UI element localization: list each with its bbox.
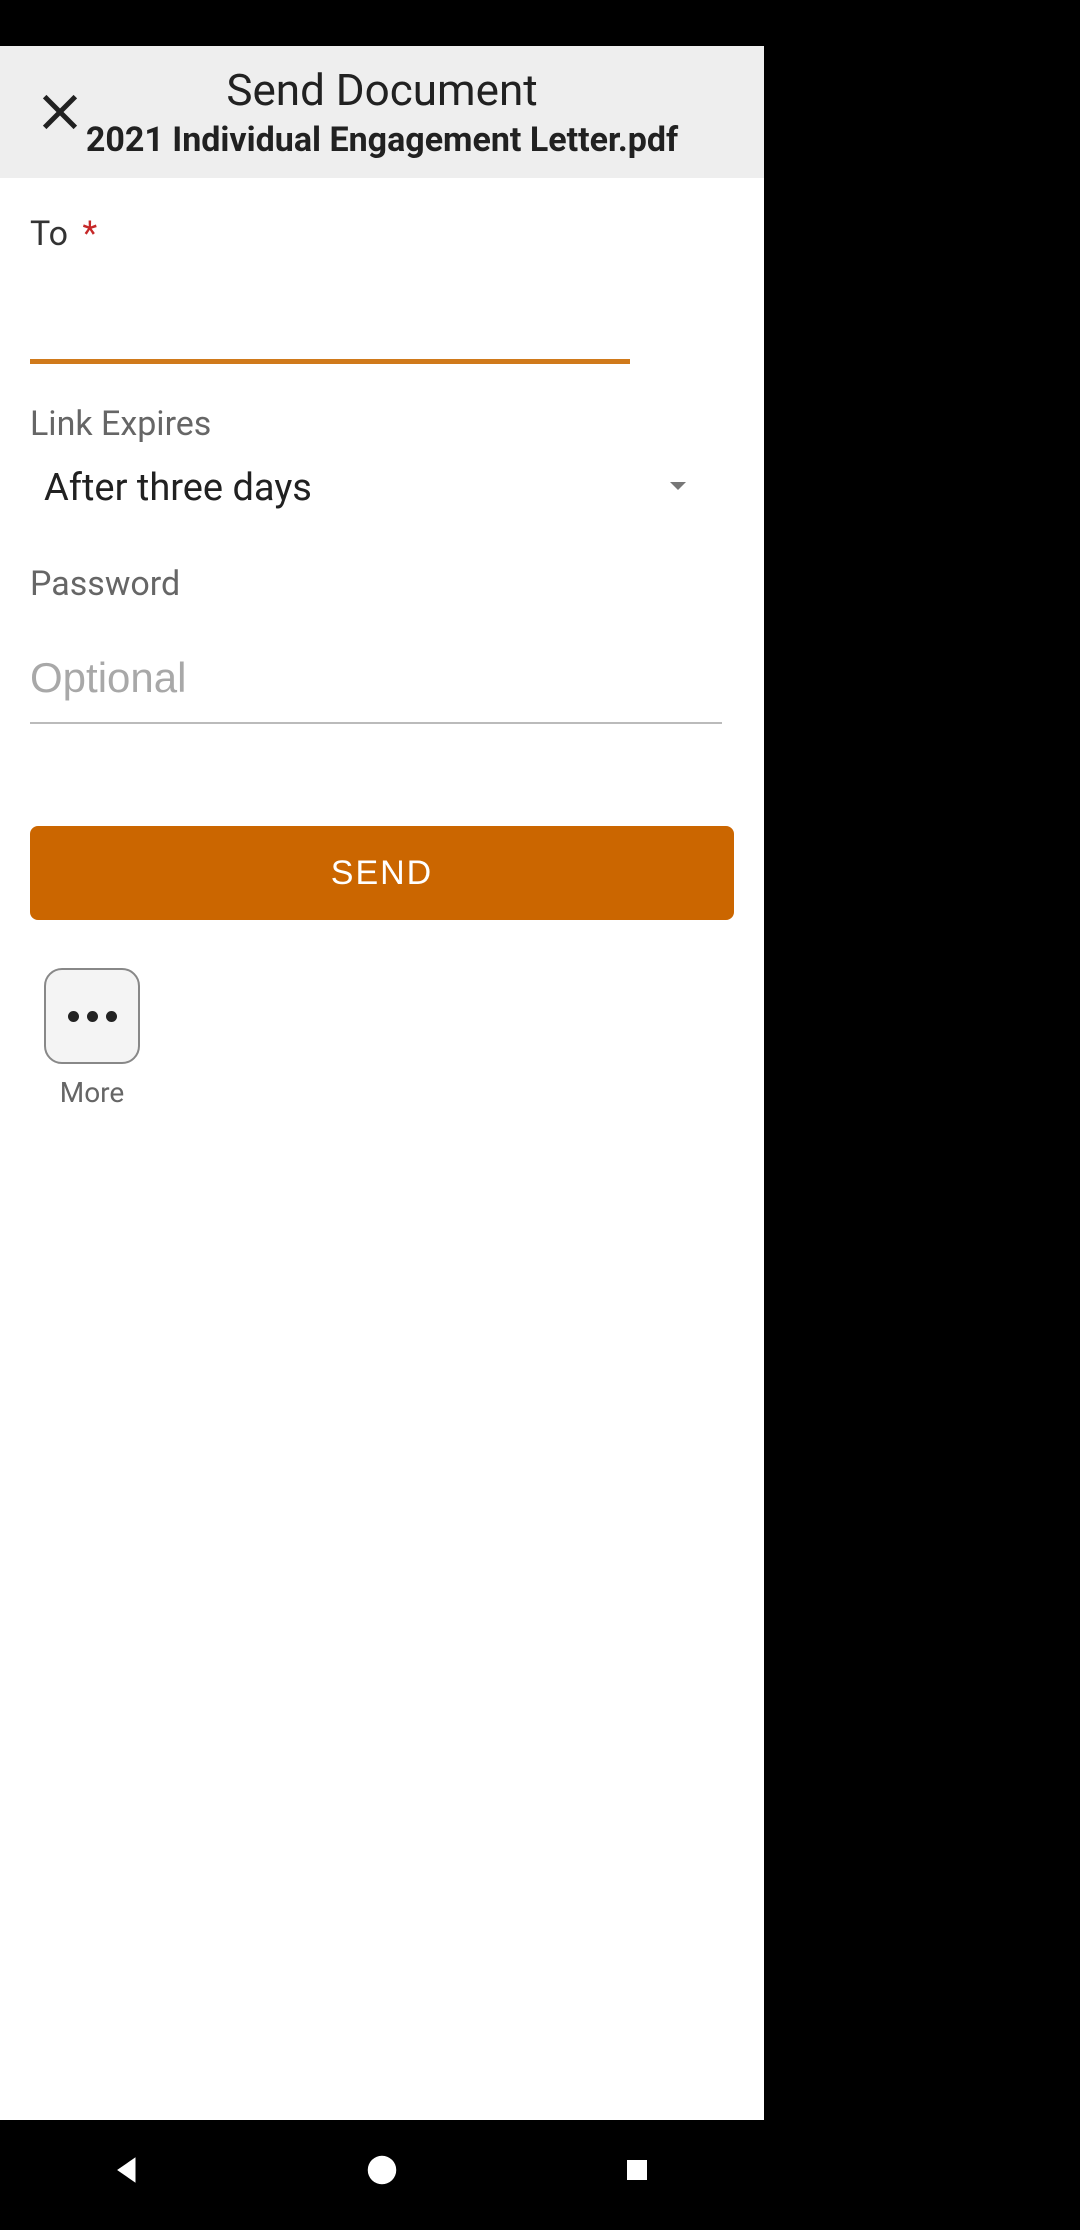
more-horizontal-icon xyxy=(87,1011,98,1022)
password-input[interactable] xyxy=(30,634,722,724)
password-field-group: Password xyxy=(30,564,734,724)
send-button[interactable]: SEND xyxy=(30,826,734,920)
close-button[interactable] xyxy=(20,72,100,152)
link-expires-label: Link Expires xyxy=(30,404,734,444)
close-icon xyxy=(37,89,83,135)
android-nav-bar xyxy=(0,2120,764,2220)
app-header: Send Document 2021 Individual Engagement… xyxy=(0,46,764,178)
to-field-group: To * xyxy=(30,214,734,364)
triangle-back-icon xyxy=(110,2153,144,2187)
form-content: To * Link Expires After three days xyxy=(0,178,764,2120)
more-group: More xyxy=(44,968,140,1109)
more-horizontal-icon xyxy=(68,1011,79,1022)
link-expires-select[interactable]: After three days xyxy=(30,452,734,524)
square-recent-icon xyxy=(622,2155,652,2185)
circle-home-icon xyxy=(363,2151,401,2189)
link-expires-group: Link Expires After three days xyxy=(30,404,734,524)
to-label: To * xyxy=(30,214,734,254)
nav-back-button[interactable] xyxy=(67,2110,187,2230)
to-input[interactable] xyxy=(30,274,630,364)
app-surface: Send Document 2021 Individual Engagement… xyxy=(0,46,764,2120)
more-horizontal-icon xyxy=(106,1011,117,1022)
password-label: Password xyxy=(30,564,734,604)
nav-home-button[interactable] xyxy=(322,2110,442,2230)
more-button-label: More xyxy=(60,1076,125,1109)
letterbox xyxy=(764,0,1080,2220)
status-bar xyxy=(0,0,764,46)
link-expires-value: After three days xyxy=(44,466,312,510)
chevron-down-icon xyxy=(662,470,694,506)
nav-recent-button[interactable] xyxy=(577,2110,697,2230)
page-title: Send Document xyxy=(226,64,537,116)
more-button[interactable] xyxy=(44,968,140,1064)
to-label-text: To xyxy=(30,214,68,254)
page-subtitle: 2021 Individual Engagement Letter.pdf xyxy=(86,120,678,160)
required-mark: * xyxy=(82,214,97,254)
